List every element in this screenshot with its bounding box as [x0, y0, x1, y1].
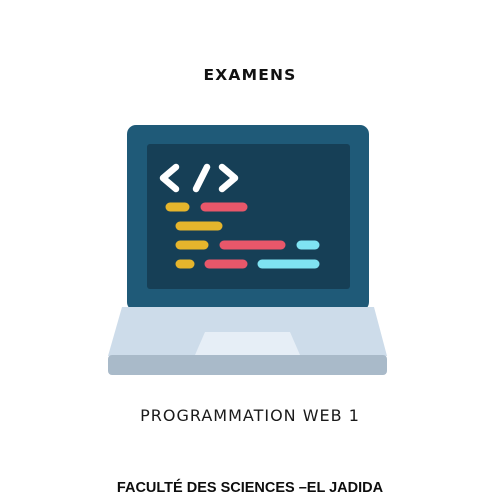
- laptop-code-icon: [108, 125, 387, 375]
- institution-name: FACULTÉ DES SCIENCES –EL JADIDA: [116, 480, 384, 496]
- laptop-base-edge: [108, 355, 387, 375]
- laptop-trackpad: [195, 332, 300, 355]
- course-name: PROGRAMMATION WEB 1: [140, 406, 360, 425]
